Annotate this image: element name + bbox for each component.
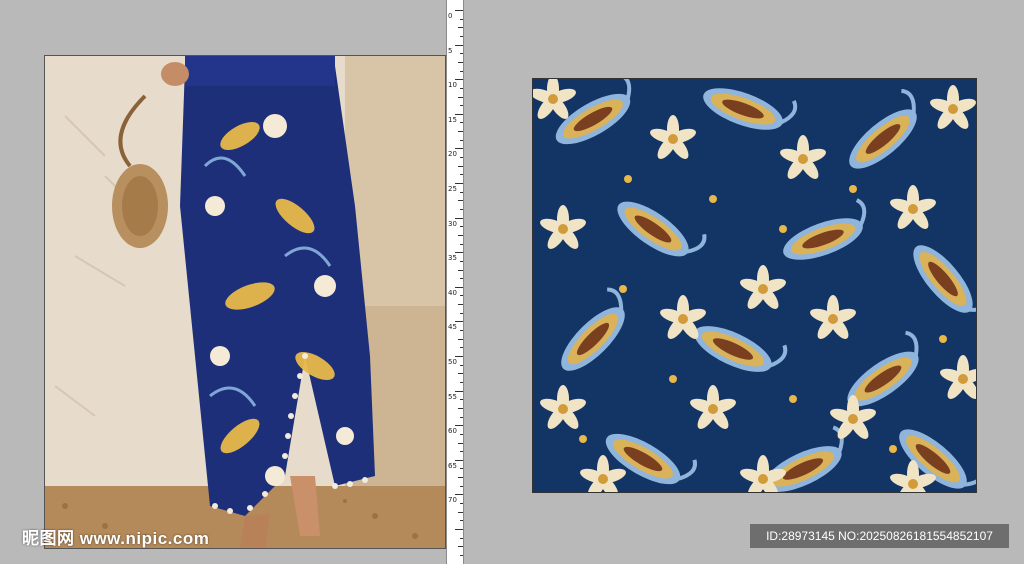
ruler-tick: [460, 485, 463, 487]
ruler-label: 70: [448, 496, 457, 505]
ruler-tick: [458, 96, 463, 98]
ruler-label: 25: [448, 185, 457, 193]
small-blossom: [889, 445, 897, 453]
ruler-tick: [458, 304, 463, 306]
ruler-label: 50: [448, 358, 457, 366]
ruler-tick: [458, 338, 463, 340]
paisley-pattern-illustration: [533, 79, 976, 492]
ruler-label: 5: [448, 46, 453, 55]
ruler-label: 40: [448, 288, 457, 297]
ruler-tick: [458, 269, 463, 271]
small-blossom: [789, 395, 797, 403]
small-blossom: [709, 195, 717, 203]
ruler-label: 30: [448, 219, 457, 228]
ruler-tick: [458, 234, 463, 236]
ruler-label: 35: [448, 254, 457, 263]
small-blossom: [619, 285, 627, 293]
ruler-tick: [460, 433, 463, 435]
small-blossom: [849, 185, 857, 193]
ruler-label: 55: [448, 392, 457, 401]
ruler-tick: [460, 243, 463, 245]
ruler-label: 45: [448, 323, 457, 332]
ruler-tick: [458, 511, 463, 513]
ruler-tick: [458, 407, 463, 409]
ruler-tick: [455, 321, 463, 323]
ruler-tick: [455, 286, 463, 288]
ruler-tick: [460, 18, 463, 20]
ruler-tick: [460, 139, 463, 141]
ruler-tick: [458, 442, 463, 444]
vertical-ruler[interactable]: 0 5 10 15 20 25 30 35 40 45 50 55 60 65 70: [446, 0, 464, 564]
ruler-tick: [455, 10, 463, 11]
small-blossom: [779, 225, 787, 233]
ruler-tick: [455, 113, 463, 115]
ruler-tick: [460, 174, 463, 176]
nipic-watermark: 昵图网 www.nipic.com: [22, 529, 210, 548]
left-canvas: [0, 0, 446, 564]
ruler-tick: [458, 165, 463, 167]
skirt-product-photo: [45, 56, 445, 548]
ruler-tick: [460, 295, 463, 297]
ruler-tick: [455, 148, 463, 150]
ruler-tick: [458, 61, 463, 63]
ruler-tick: [455, 79, 463, 81]
ruler-tick: [460, 70, 463, 72]
ruler-tick: [455, 183, 463, 184]
ruler-tick: [460, 122, 463, 124]
ruler-tick: [460, 312, 463, 314]
small-blossom: [579, 435, 587, 443]
ruler-tick: [460, 208, 463, 210]
skirt-photo-illustration: [45, 56, 445, 548]
ruler-tick: [455, 425, 463, 427]
ruler-tick: [460, 537, 463, 539]
small-blossom: [624, 175, 632, 183]
ruler-label: 60: [448, 427, 457, 436]
ruler-tick: [455, 356, 463, 357]
ruler-tick: [460, 226, 463, 228]
ruler-label: 15: [448, 115, 457, 124]
ruler-tick: [460, 330, 463, 332]
ruler-tick: [458, 477, 463, 479]
ruler-tick: [460, 451, 463, 453]
ruler-tick: [455, 217, 463, 219]
ruler-tick: [460, 347, 463, 349]
ruler-label: 10: [448, 81, 457, 90]
ruler-tick: [460, 53, 463, 55]
ruler-tick: [460, 364, 463, 366]
ruler-tick: [460, 260, 463, 262]
ruler-tick: [460, 416, 463, 418]
ruler-tick: [458, 200, 463, 202]
ruler-tick: [460, 399, 463, 401]
ruler-tick: [458, 373, 463, 375]
ruler-tick: [455, 529, 463, 530]
ruler-tick: [460, 191, 463, 193]
ruler-tick: [458, 131, 463, 133]
ruler-tick: [460, 468, 463, 470]
ruler-tick: [455, 252, 463, 254]
ruler-label: 0: [448, 12, 453, 20]
ruler-tick: [460, 381, 463, 383]
ruler-tick: [455, 494, 463, 496]
small-blossom: [939, 335, 947, 343]
small-blossom: [669, 375, 677, 383]
ruler-tick: [455, 459, 463, 461]
image-id-badge: ID:28973145 NO:20250826181554852107: [750, 524, 1009, 548]
ruler-tick: [460, 554, 463, 556]
ruler-tick: [460, 520, 463, 522]
ruler-tick: [458, 546, 463, 548]
ruler-tick: [458, 27, 463, 29]
ruler-tick: [455, 390, 463, 392]
ruler-tick: [460, 105, 463, 107]
paisley-pattern-swatch: [533, 79, 976, 492]
ruler-tick: [460, 157, 463, 159]
ruler-tick: [460, 278, 463, 280]
right-canvas: [464, 0, 1024, 564]
ruler-label: 65: [448, 461, 457, 470]
ruler-tick: [460, 87, 463, 89]
ruler-tick: [460, 503, 463, 505]
ruler-tick: [460, 35, 463, 37]
ruler-tick: [455, 44, 463, 46]
ruler-label: 20: [448, 150, 457, 159]
